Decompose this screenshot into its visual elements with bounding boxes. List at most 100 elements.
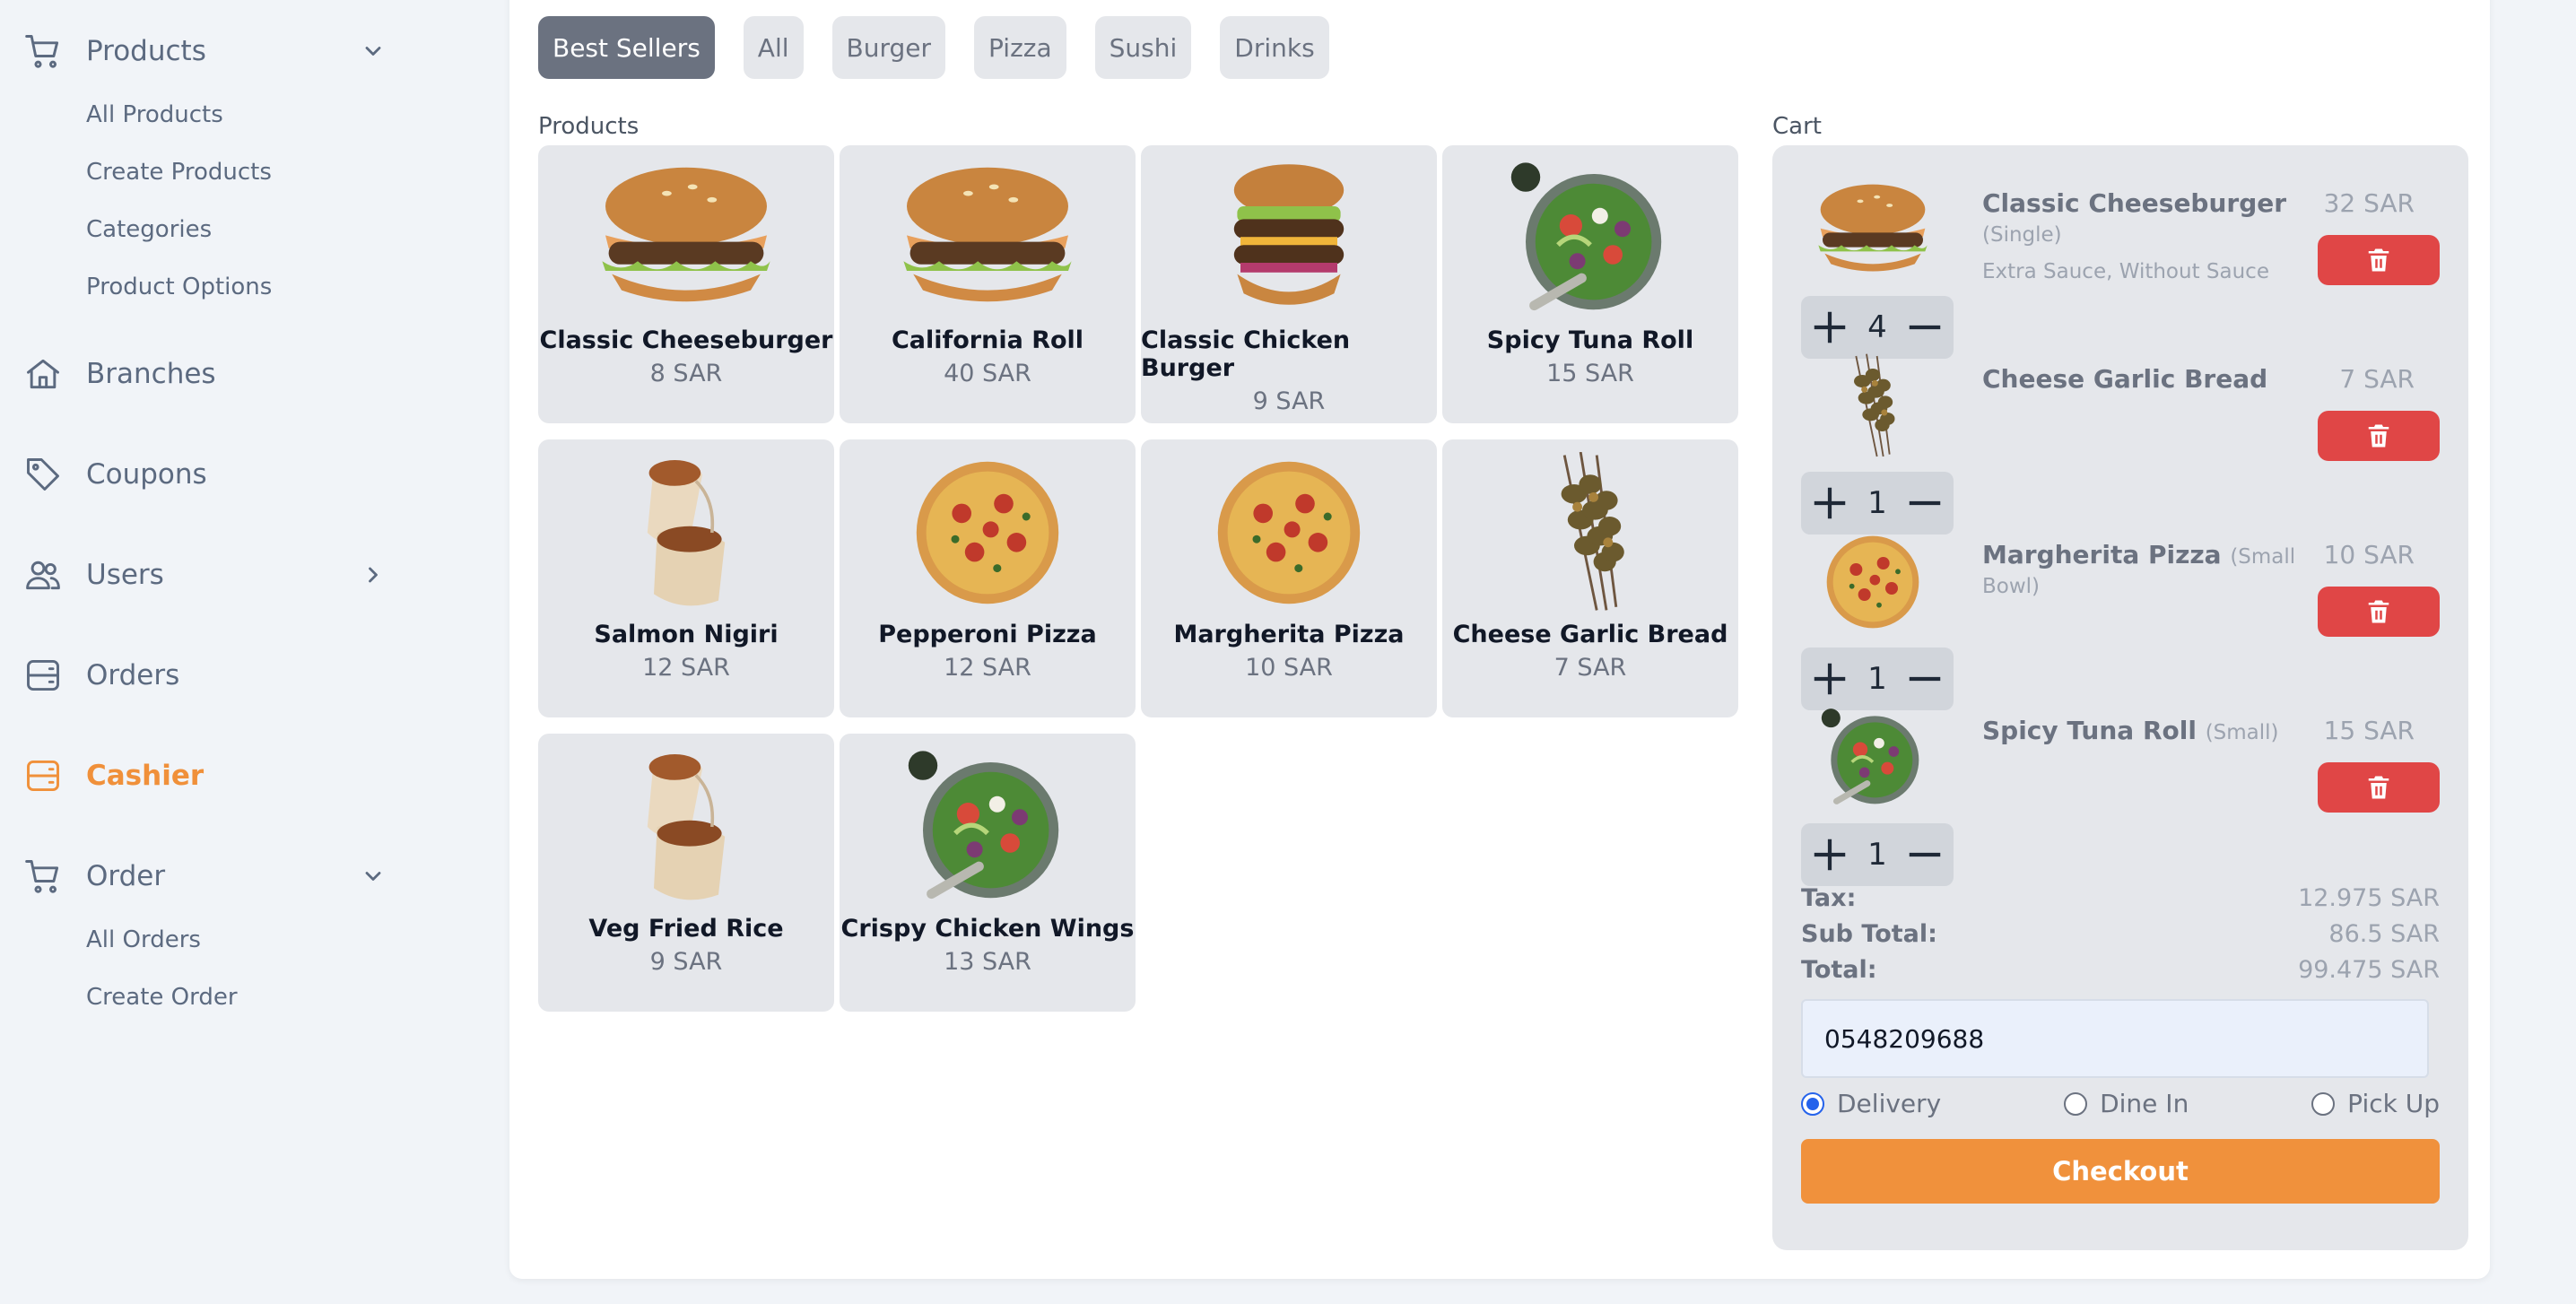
cart-icon: [25, 35, 59, 68]
cart-item: 1 Spicy Tuna Roll (Small) 15 SAR: [1801, 700, 2440, 886]
product-price: 7 SAR: [1553, 654, 1627, 682]
subtotal-label: Sub Total:: [1801, 920, 1937, 948]
phone-input[interactable]: [1801, 999, 2429, 1078]
sidebar-item-create-order[interactable]: Create Order: [86, 969, 484, 1026]
product-price: 8 SAR: [649, 360, 723, 387]
food-image: [1810, 524, 1936, 640]
cart-heading: Cart: [1772, 113, 1822, 140]
tag-icon: [27, 458, 59, 491]
product-card[interactable]: Salmon Nigiri 12 SAR: [538, 439, 834, 717]
plus-icon[interactable]: [1809, 307, 1850, 348]
product-card[interactable]: Veg Fried Rice 9 SAR: [538, 734, 834, 1012]
chevron-down-icon[interactable]: [361, 39, 386, 64]
product-name: Margherita Pizza: [1173, 621, 1405, 648]
plus-icon[interactable]: [1809, 834, 1850, 875]
filter-drinks[interactable]: Drinks: [1220, 16, 1329, 79]
cart-item-name: Spicy Tuna Roll (Small): [1982, 716, 2323, 745]
product-name: California Roll: [891, 326, 1084, 354]
product-card[interactable]: California Roll 40 SAR: [840, 145, 1136, 423]
total-row: Total: 99.475 SAR: [1801, 956, 2440, 992]
nav-users[interactable]: Users: [0, 543, 484, 606]
minus-icon[interactable]: [1904, 482, 1945, 524]
sidebar-item-all-orders[interactable]: All Orders: [86, 911, 484, 969]
food-image: [1810, 700, 1936, 816]
trash-icon: [2368, 776, 2389, 799]
server-icon: [27, 760, 59, 792]
nav-order[interactable]: Order: [0, 845, 484, 908]
product-card[interactable]: Cheese Garlic Bread 7 SAR: [1442, 439, 1738, 717]
nav-cashier[interactable]: Cashier: [0, 744, 484, 807]
delete-button[interactable]: [2318, 411, 2440, 461]
sidebar-item-product-options[interactable]: Product Options: [86, 258, 484, 316]
nav-branches-label: Branches: [86, 358, 216, 390]
delete-button[interactable]: [2318, 235, 2440, 285]
sidebar-item-categories[interactable]: Categories: [86, 201, 484, 258]
product-name: Cheese Garlic Bread: [1452, 621, 1728, 648]
cart-item: 1 Cheese Garlic Bread 7 SAR: [1801, 348, 2440, 535]
subtotal-value: 86.5 SAR: [2328, 920, 2440, 948]
product-card[interactable]: Classic Chicken Burger 9 SAR: [1141, 145, 1437, 423]
nav-orders[interactable]: Orders: [0, 644, 484, 707]
food-image: [1810, 172, 1936, 289]
cart-item-name: Cheese Garlic Bread: [1982, 364, 2323, 394]
radio-icon[interactable]: [2064, 1091, 2088, 1116]
plus-icon[interactable]: [1809, 482, 1850, 524]
filter-best-sellers[interactable]: Best Sellers: [538, 16, 715, 79]
filter-all[interactable]: All: [743, 16, 804, 79]
product-name: Crispy Chicken Wings: [840, 915, 1135, 943]
chevron-right-icon[interactable]: [361, 562, 386, 587]
total-label: Total:: [1801, 956, 1877, 984]
checkout-button[interactable]: Checkout: [1801, 1139, 2440, 1204]
trash-icon: [2368, 248, 2389, 272]
food-image: [1190, 452, 1388, 613]
order-type-dine-in[interactable]: Dine In: [2064, 1089, 2189, 1118]
product-card[interactable]: Pepperoni Pizza 12 SAR: [840, 439, 1136, 717]
delete-button[interactable]: [2318, 587, 2440, 637]
cart-item: 4 Classic Cheeseburger (Single) Extra Sau…: [1801, 172, 2440, 359]
sidebar: Products All Products Create Products Ca…: [0, 0, 484, 1304]
radio-selected-icon[interactable]: [1801, 1091, 1824, 1116]
minus-icon[interactable]: [1904, 307, 1945, 348]
sidebar-item-create-products[interactable]: Create Products: [86, 143, 484, 201]
product-card[interactable]: Classic Cheeseburger 8 SAR: [538, 145, 834, 423]
quantity-value: 1: [1867, 837, 1887, 873]
order-type-pick-up[interactable]: Pick Up: [2311, 1089, 2440, 1118]
order-submenu: All Orders Create Order: [0, 911, 484, 1026]
radio-icon[interactable]: [2311, 1091, 2336, 1116]
nav-coupons[interactable]: Coupons: [0, 443, 484, 506]
product-name: Salmon Nigiri: [594, 621, 779, 648]
minus-icon[interactable]: [1904, 834, 1945, 875]
food-image: [889, 452, 1086, 613]
nav-products[interactable]: Products: [0, 20, 484, 83]
quantity-value: 1: [1867, 661, 1887, 697]
product-card[interactable]: Spicy Tuna Roll 15 SAR: [1442, 145, 1738, 423]
product-name: Spicy Tuna Roll: [1486, 326, 1694, 354]
food-image: [587, 158, 785, 319]
delete-button[interactable]: [2318, 762, 2440, 813]
cart-item-price: 15 SAR: [2323, 716, 2415, 745]
product-card[interactable]: Crispy Chicken Wings 13 SAR: [840, 734, 1136, 1012]
product-card[interactable]: Margherita Pizza 10 SAR: [1141, 439, 1437, 717]
nav-order-label: Order: [86, 860, 166, 892]
order-type-label: Delivery: [1837, 1089, 1942, 1118]
minus-icon[interactable]: [1904, 658, 1945, 700]
cart-item-price: 32 SAR: [2323, 188, 2415, 218]
cart-item-price: 7 SAR: [2339, 364, 2415, 394]
nav-branches[interactable]: Branches: [0, 343, 484, 405]
order-type-group: Delivery Dine In Pick Up: [1801, 1089, 2440, 1118]
filter-pizza[interactable]: Pizza: [974, 16, 1066, 79]
order-type-label: Pick Up: [2347, 1089, 2440, 1118]
chevron-down-icon[interactable]: [361, 864, 386, 889]
product-name: Classic Chicken Burger: [1141, 326, 1351, 382]
filter-sushi[interactable]: Sushi: [1094, 16, 1192, 79]
order-type-delivery[interactable]: Delivery: [1801, 1089, 1941, 1118]
tax-value: 12.975 SAR: [2298, 884, 2440, 912]
sidebar-item-all-products[interactable]: All Products: [86, 86, 484, 143]
tax-label: Tax:: [1801, 884, 1857, 912]
filter-burger[interactable]: Burger: [831, 16, 946, 79]
product-price: 40 SAR: [944, 360, 1031, 387]
product-price: 15 SAR: [1546, 360, 1634, 387]
cart-item-options: Extra Sauce, Without Sauce: [1982, 260, 2269, 283]
plus-icon[interactable]: [1809, 658, 1850, 700]
product-price: 12 SAR: [642, 654, 730, 682]
